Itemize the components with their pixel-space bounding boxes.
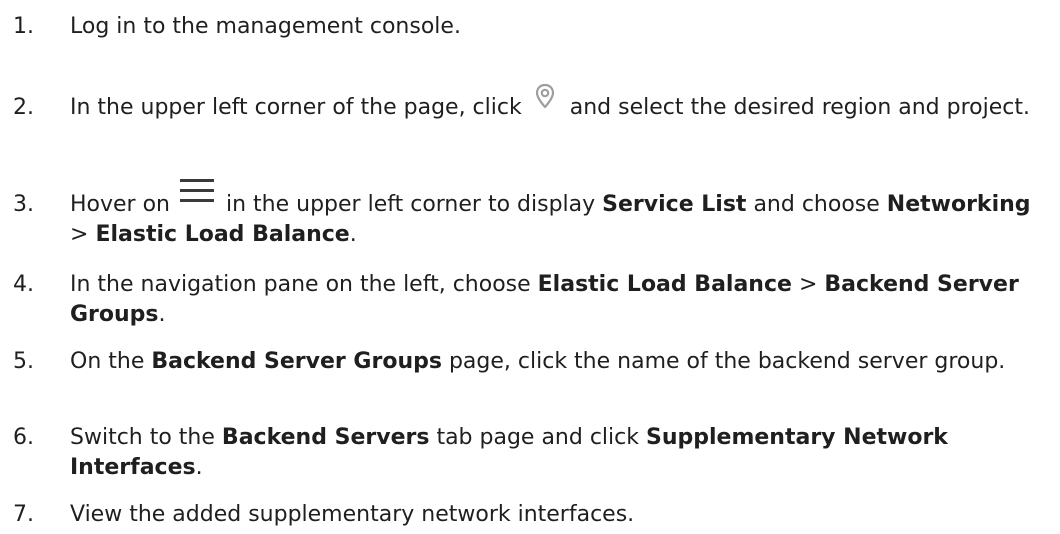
step-number: 3.: [13, 192, 34, 217]
step-text: View the added supplementary network int…: [70, 500, 1055, 530]
step-text: Switch to the Backend Servers tab page a…: [70, 423, 1055, 483]
path-separator: >: [70, 222, 89, 247]
backend-server-groups-term: Backend Server Groups: [151, 349, 442, 374]
step-text-post: and select the desired region and projec…: [569, 95, 1030, 120]
step-text-pre: On the: [70, 349, 145, 374]
step-number: 2.: [13, 95, 34, 120]
step-text-pre: In the upper left corner of the page, cl…: [70, 95, 522, 120]
menu-icon: [178, 176, 216, 206]
step-text: Log in to the management console.: [70, 12, 1055, 42]
step-text: Hover on in the upper left corner to disp…: [70, 179, 1055, 250]
step-number: 6.: [13, 425, 34, 450]
step-number: 4.: [13, 272, 34, 297]
step-text-mid2: and choose: [753, 192, 880, 217]
step-text: On the Backend Server Groups page, click…: [70, 347, 1055, 377]
step-text-pre: Hover on: [70, 192, 170, 217]
step-text-mid: in the upper left corner to display: [226, 192, 596, 217]
path-separator: >: [798, 272, 818, 297]
step-text-content: View the added supplementary network int…: [70, 502, 635, 527]
step-text-pre: In the navigation pane on the left, choo…: [70, 272, 531, 297]
step-text-content: Log in to the management console.: [70, 14, 461, 39]
backend-servers-term: Backend Servers: [221, 425, 430, 450]
location-pin-icon: [530, 81, 560, 111]
step-text-end: .: [349, 222, 357, 247]
step-text-end: .: [158, 302, 166, 327]
elastic-load-balance-term: Elastic Load Balance: [95, 222, 350, 247]
step-text-pre: Switch to the: [70, 425, 215, 450]
step-text-end: .: [195, 455, 203, 480]
step-number: 5.: [13, 349, 34, 374]
step-number: 7.: [13, 502, 34, 527]
step-text-mid: tab page and click: [436, 425, 639, 450]
step-text-post: page, click the name of the backend serv…: [448, 349, 1006, 374]
step-number: 1.: [13, 14, 34, 39]
step-text: In the navigation pane on the left, choo…: [70, 270, 1055, 330]
step-text: In the upper left corner of the page, cl…: [70, 83, 1055, 123]
service-list-term: Service List: [602, 192, 747, 217]
networking-term: Networking: [886, 192, 1031, 217]
elastic-load-balance-term: Elastic Load Balance: [537, 272, 792, 297]
